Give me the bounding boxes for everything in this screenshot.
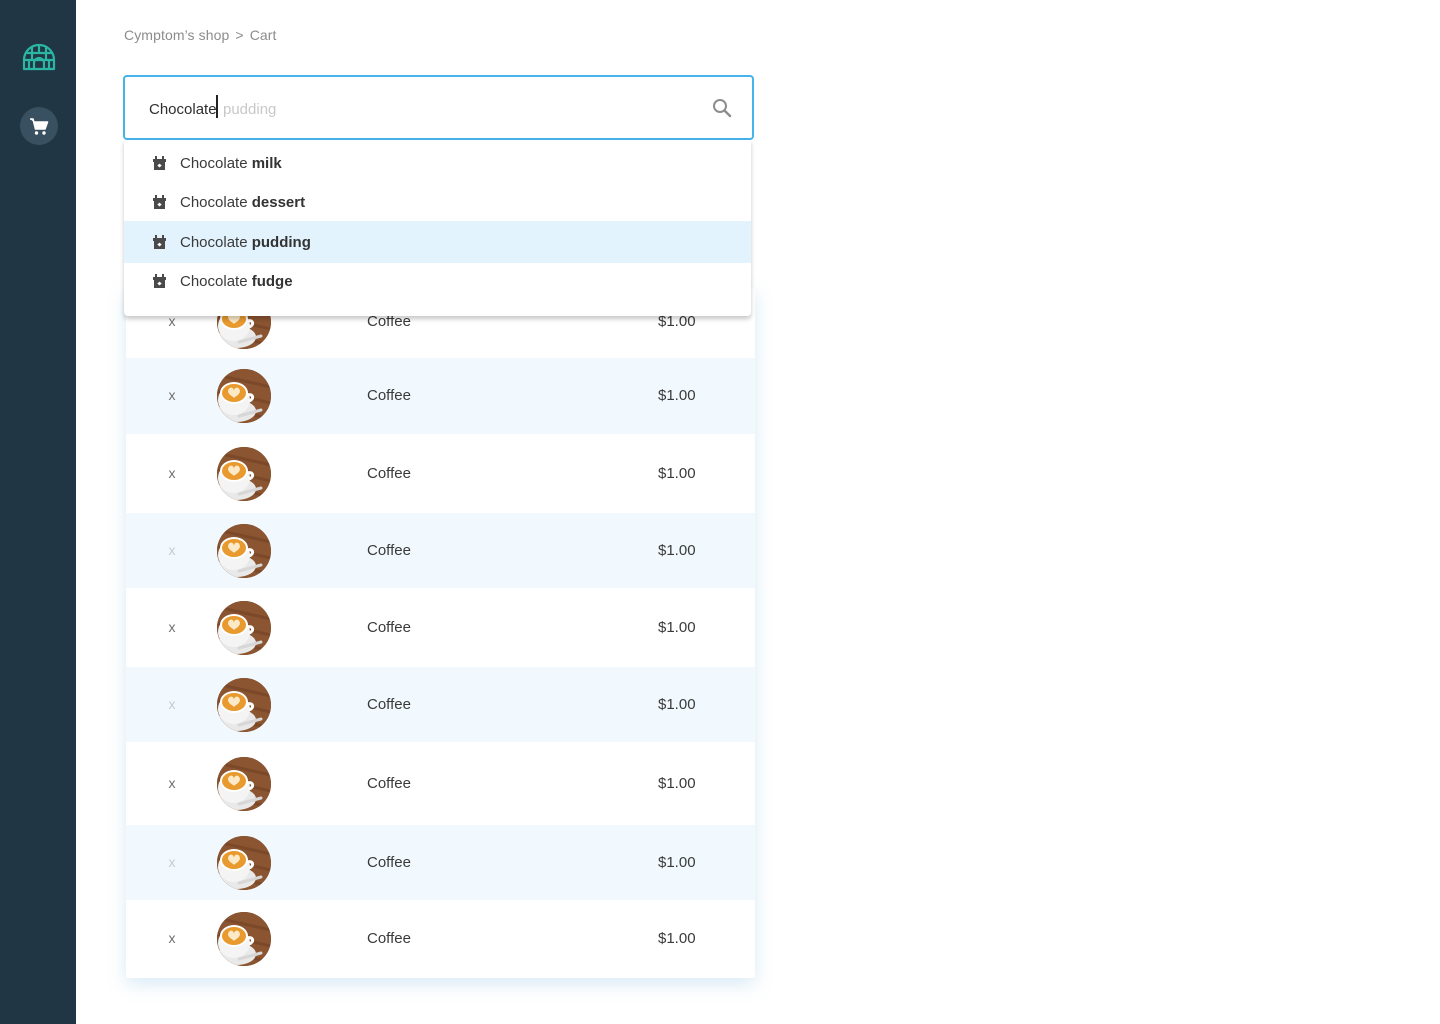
product-thumbnail — [217, 756, 271, 811]
search-box[interactable]: Chocolate pudding — [123, 75, 754, 140]
product-price: $1.00 — [658, 464, 696, 482]
suggestion-match: pudding — [251, 234, 311, 251]
text-caret — [216, 95, 218, 118]
shopping-cart-icon — [30, 117, 49, 135]
product-name: Coffee — [367, 695, 411, 713]
latte-cup-image — [217, 600, 271, 655]
sidebar — [0, 0, 76, 1024]
suggestion-item[interactable]: Chocolate pudding — [124, 221, 751, 263]
cart-row: x Coffee $1.00 — [126, 434, 755, 513]
latte-cup-image — [217, 446, 271, 501]
remove-item-button[interactable]: x — [165, 542, 179, 558]
product-thumbnail — [217, 912, 271, 966]
autocomplete-dropdown: Chocolate milk Chocolate dessert Chocolate… — [124, 140, 751, 316]
remove-item-button[interactable]: x — [165, 465, 179, 481]
cart-row: x Coffee $1.00 — [126, 588, 755, 667]
product-price: $1.00 — [658, 695, 696, 713]
product-name: Coffee — [367, 464, 411, 482]
product-price: $1.00 — [658, 541, 696, 559]
product-name: Coffee — [367, 853, 411, 871]
remove-item-button[interactable]: x — [165, 387, 179, 403]
product-price: $1.00 — [658, 618, 696, 636]
product-thumbnail — [217, 369, 271, 423]
remove-item-button[interactable]: x — [165, 619, 179, 635]
product-name: Coffee — [367, 618, 411, 636]
suggestion-prefix: Chocolate — [180, 194, 248, 211]
suggestion-label: Chocolate dessert — [180, 194, 305, 211]
suggestion-match: fudge — [251, 273, 293, 290]
gift-box-icon — [153, 274, 166, 288]
product-price: $1.00 — [658, 774, 696, 792]
autocomplete-hint: pudding — [223, 101, 277, 118]
breadcrumb-separator: > — [235, 27, 244, 43]
product-price: $1.00 — [658, 930, 696, 947]
latte-cup-image — [217, 369, 271, 423]
product-thumbnail — [217, 600, 271, 655]
cart-row: x Coffee $1.00 — [126, 513, 755, 588]
product-name: Coffee — [367, 774, 411, 792]
suggestion-match: milk — [251, 155, 282, 172]
product-thumbnail — [217, 677, 271, 732]
breadcrumb: Cymptom’s shop > Cart — [124, 27, 277, 43]
remove-item-button[interactable]: x — [165, 854, 179, 870]
product-thumbnail — [217, 523, 271, 578]
cart-row: x Coffee $1.00 — [126, 358, 755, 434]
suggestion-prefix: Chocolate — [180, 273, 248, 290]
suggestion-label: Chocolate pudding — [180, 234, 311, 251]
latte-cup-image — [217, 756, 271, 811]
search-input-value[interactable]: Chocolate — [149, 101, 217, 118]
cart-row: x Coffee $1.00 — [126, 742, 755, 825]
breadcrumb-current: Cart — [249, 27, 277, 43]
cart-row: x Coffee $1.00 — [126, 900, 755, 978]
igloo-icon[interactable] — [21, 40, 57, 74]
gift-box-icon — [153, 156, 166, 170]
remove-item-button[interactable]: x — [165, 775, 179, 791]
product-name: Coffee — [367, 930, 411, 947]
latte-cup-image — [217, 835, 271, 890]
remove-item-button[interactable]: x — [165, 930, 179, 946]
suggestion-prefix: Chocolate — [180, 155, 248, 172]
breadcrumb-shop-link[interactable]: Cymptom’s shop — [124, 27, 229, 43]
product-price: $1.00 — [658, 853, 696, 871]
cart-row: x Coffee $1.00 — [126, 825, 755, 900]
latte-cup-image — [217, 912, 271, 966]
product-name: Coffee — [367, 541, 411, 559]
suggestion-label: Chocolate milk — [180, 155, 282, 172]
suggestion-prefix: Chocolate — [180, 234, 248, 251]
cart-nav-button[interactable] — [20, 107, 58, 145]
suggestion-label: Chocolate fudge — [180, 273, 293, 290]
latte-cup-image — [217, 677, 271, 732]
latte-cup-image — [217, 523, 271, 578]
suggestion-item[interactable]: Chocolate dessert — [124, 181, 751, 223]
product-thumbnail — [217, 446, 271, 501]
remove-item-button[interactable]: x — [165, 696, 179, 712]
product-thumbnail — [217, 835, 271, 890]
product-name: Coffee — [367, 387, 411, 404]
search-icon[interactable] — [712, 98, 732, 118]
suggestion-item[interactable]: Chocolate fudge — [124, 260, 751, 302]
gift-box-icon — [153, 195, 166, 209]
suggestion-match: dessert — [251, 194, 306, 211]
cart-table: x Coffee $1.00 x Coffee $1.00 x Coffee $1.00 x Cof… — [126, 287, 755, 978]
cart-row: x Coffee $1.00 — [126, 667, 755, 742]
product-price: $1.00 — [658, 387, 696, 404]
gift-box-icon — [153, 235, 166, 249]
suggestion-item[interactable]: Chocolate milk — [124, 142, 751, 184]
